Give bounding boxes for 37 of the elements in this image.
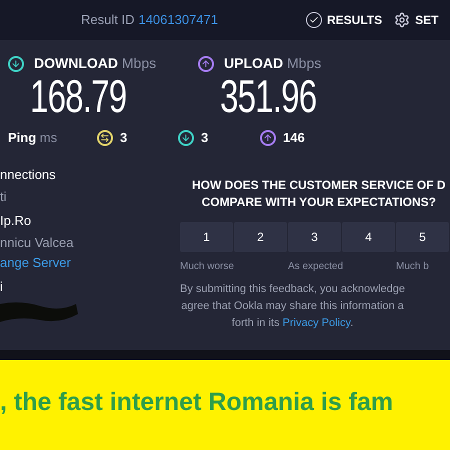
speed-label: UPLOAD Mbps [224,54,322,73]
result-id-label: Result ID [81,11,134,30]
download-icon [178,130,194,146]
scale-label: As expected [288,261,344,272]
rating-button[interactable]: 4 [342,222,395,252]
connection-detail: ti [0,188,8,206]
settings-icon [394,12,410,28]
ping-value: 146 [283,129,305,148]
speed-value: 168.79 [30,72,126,120]
download-icon [8,56,24,72]
rating-button[interactable]: 1 [180,222,233,252]
change-server-link[interactable]: ange Server [0,254,170,272]
ping-icon [97,130,113,146]
scale-label: Much worse [180,261,234,272]
rating-button[interactable]: 3 [288,222,341,252]
banner-text: , the fast internet Romania is fam [0,387,394,418]
survey-question: HOW DOES THE CUSTOMER SERVICE OF D COMPARE WITH YOUR EXPECTATIONS? [192,177,446,211]
scale-label: Much b [396,261,429,272]
upload-icon [260,130,276,146]
upload-icon [198,56,214,72]
speed-label: DOWNLOAD Mbps [34,54,156,73]
ping-value: 3 [201,129,208,148]
nav-link[interactable]: SET [394,11,438,29]
ping-label: Ping ms [8,129,58,148]
check-icon [306,12,322,28]
rating-button[interactable]: 2 [234,222,287,252]
speed-value: 351.96 [220,72,316,120]
result-id-link[interactable]: 14061307471 [138,10,218,30]
connection-detail: nnicu Valcea [0,234,74,252]
connection-heading: nnections [0,166,57,184]
privacy-policy-link[interactable]: Privacy Policy [282,317,350,329]
disclaimer-text: By submitting this feedback, you acknowledge agree that Ookla may share this information a forth in its Privacy Policy. [180,282,406,331]
rating-button[interactable]: 5 [396,222,449,252]
ping-value: 3 [120,129,128,148]
connection-heading: i [0,278,4,296]
connection-heading: Ip.Ro [0,212,32,230]
nav-link[interactable]: RESULTS [306,11,382,29]
